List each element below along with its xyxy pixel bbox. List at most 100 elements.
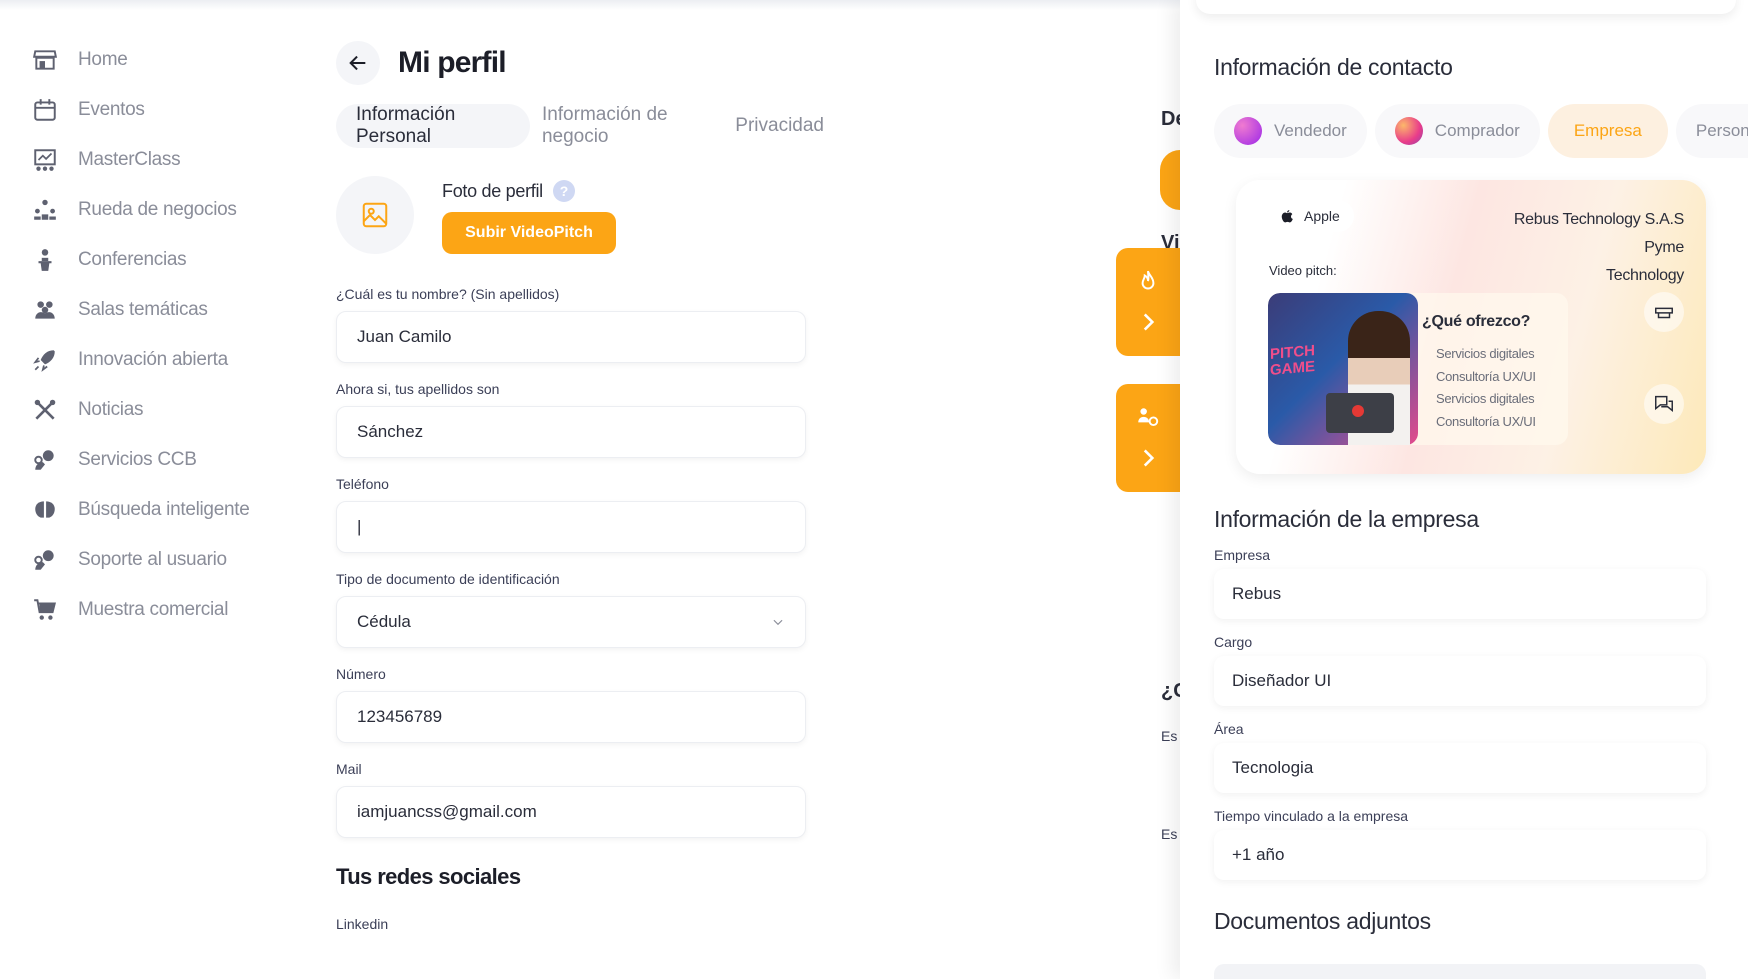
sidebar-item-label: Innovación abierta <box>78 349 228 370</box>
chip-label: Personal <box>1695 121 1748 140</box>
sidebar-item-label: Eventos <box>78 99 145 120</box>
name-field-group: ¿Cuál es tu nombre? (Sin apellidos) Juan… <box>336 286 836 363</box>
help-icon[interactable]: ? <box>552 180 575 202</box>
company-name: Rebus Technology S.A.S <box>1513 211 1684 228</box>
contact-title: Información de contacto <box>1214 54 1453 80</box>
cargo-value: Diseñador UI <box>1232 671 1332 690</box>
list-item: Servicios digitales <box>1436 346 1535 361</box>
calendar-icon <box>30 95 60 125</box>
chip-comprador[interactable]: Comprador <box>1374 104 1540 158</box>
video-pitch-card: Apple Rebus Technology S.A.S Pyme Techno… <box>1236 180 1706 474</box>
area-input[interactable]: Tecnologia <box>1214 743 1706 793</box>
phone-label: Teléfono <box>336 476 389 492</box>
sidebar-item-innovacion-abierta[interactable]: Innovación abierta <box>30 335 290 385</box>
chat-icon <box>1655 395 1673 412</box>
contact-panel: Información de contacto Vendedor Comprad… <box>1180 0 1748 979</box>
sidebar-item-label: Soporte al usuario <box>78 549 227 570</box>
phone-field-group: Teléfono | <box>336 476 836 553</box>
title-row: Mi perfil <box>336 40 836 86</box>
tiempo-value: +1 año <box>1232 845 1285 864</box>
sidebar-item-muestra-comercial[interactable]: Muestra comercial <box>30 585 290 635</box>
chip-empresa[interactable]: Empresa <box>1547 104 1668 158</box>
photo-label: Foto de perfil <box>442 180 543 201</box>
number-input[interactable]: 123456789 <box>336 691 806 743</box>
brand-chip: Apple <box>1266 200 1354 232</box>
doc-type-value: Cédula <box>357 612 411 631</box>
headset-icon <box>30 545 60 575</box>
upload-videopitch-button[interactable]: Subir VideoPitch <box>442 212 616 254</box>
surname-input[interactable]: Sánchez <box>336 406 806 458</box>
mail-label: Mail <box>336 761 362 777</box>
sidebar-item-home[interactable]: Home <box>30 35 290 85</box>
group-icon <box>30 295 60 325</box>
tab-privacidad[interactable]: Privacidad <box>723 104 836 148</box>
doc-type-select[interactable]: Cédula <box>336 596 806 648</box>
sidebar-item-rueda-de-negocios[interactable]: Rueda de negocios <box>30 185 290 235</box>
rocket-icon <box>30 345 60 375</box>
peek-label-es-2: Es <box>1161 826 1178 842</box>
tab-informacion-personal[interactable]: Información Personal <box>336 104 530 148</box>
tab-informacion-de-negocio[interactable]: Información de negocio <box>530 104 723 148</box>
thumbnail-laptop <box>1326 393 1394 433</box>
offer-list: Servicios digitales Consultoría UX/UI Se… <box>1436 343 1536 433</box>
chevron-right-icon <box>1143 313 1155 331</box>
top-shadow-bar <box>0 0 1180 10</box>
tools-icon <box>30 395 60 425</box>
back-button[interactable] <box>336 41 380 85</box>
floating-tab-people[interactable] <box>1116 384 1180 492</box>
sidebar-item-label: Muestra comercial <box>78 599 229 620</box>
photo-side: Foto de perfil ? Subir VideoPitch <box>442 176 616 256</box>
sidebar-item-label: Servicios CCB <box>78 449 197 470</box>
mail-input[interactable]: iamjuancss@gmail.com <box>336 786 806 838</box>
company-summary: Rebus Technology S.A.S Pyme Technology <box>1514 206 1684 290</box>
profile-photo-placeholder[interactable] <box>336 176 414 254</box>
sidebar-item-eventos[interactable]: Eventos <box>30 85 290 135</box>
empresa-input[interactable]: Rebus <box>1214 569 1706 619</box>
chip-vendedor[interactable]: Vendedor <box>1214 104 1367 158</box>
photo-label-row: Foto de perfil ? <box>442 180 616 202</box>
card-action-bottom[interactable] <box>1644 384 1684 424</box>
video-thumbnail[interactable]: PITCH GAME <box>1268 293 1418 445</box>
sidebar-item-conferencias[interactable]: Conferencias <box>30 235 290 285</box>
fire-icon <box>1141 270 1155 290</box>
linkedin-label: Linkedin <box>336 916 389 932</box>
page-title: Mi perfil <box>398 46 507 79</box>
chevron-down-icon <box>773 619 783 626</box>
name-input[interactable]: Juan Camilo <box>336 311 806 363</box>
sidebar-item-masterclass[interactable]: MasterClass <box>30 135 290 185</box>
vendedor-dot-icon <box>1234 117 1262 145</box>
number-value: 123456789 <box>357 707 443 726</box>
card-action-top[interactable] <box>1644 292 1684 332</box>
empresa-label: Empresa <box>1214 547 1271 563</box>
sidebar-item-noticias[interactable]: Noticias <box>30 385 290 435</box>
doc-type-field-group: Tipo de documento de identificación Cédu… <box>336 571 836 648</box>
phone-input[interactable]: | <box>336 501 806 553</box>
sidebar-item-soporte-al-usuario[interactable]: Soporte al usuario <box>30 535 290 585</box>
peek-label-es-1: Es <box>1161 728 1178 744</box>
number-field-group: Número 123456789 <box>336 666 836 743</box>
sidebar-item-busqueda-inteligente[interactable]: Búsqueda inteligente <box>30 485 290 535</box>
chip-label: Vendedor <box>1274 121 1347 140</box>
handshake-icon <box>1655 307 1673 319</box>
speaker-icon <box>30 245 60 275</box>
tiempo-input[interactable]: +1 año <box>1214 830 1706 880</box>
chip-label: Comprador <box>1434 121 1520 140</box>
phone-value: | <box>357 517 362 536</box>
docs-attachment-box[interactable] <box>1214 964 1706 979</box>
company-sector: Technology <box>1606 267 1684 284</box>
sidebar-item-servicios-ccb[interactable]: Servicios CCB <box>30 435 290 485</box>
mail-value: iamjuancss@gmail.com <box>357 802 537 821</box>
company-size: Pyme <box>1644 239 1684 256</box>
cargo-input[interactable]: Diseñador UI <box>1214 656 1706 706</box>
sidebar-item-salas-tematicas[interactable]: Salas temáticas <box>30 285 290 335</box>
chip-personal[interactable]: Personal <box>1675 104 1748 158</box>
doc-type-label: Tipo de documento de identificación <box>336 571 560 587</box>
network-people-icon <box>30 195 60 225</box>
list-item: Servicios digitales <box>1436 391 1535 406</box>
home-store-icon <box>30 45 60 75</box>
sidebar-nav: Home Eventos MasterClass Rueda de negoci… <box>30 35 290 635</box>
floating-tab-fire[interactable] <box>1116 248 1180 356</box>
support-agent-icon <box>30 445 60 475</box>
number-label: Número <box>336 666 386 682</box>
list-item: Consultoría UX/UI <box>1436 368 1536 384</box>
